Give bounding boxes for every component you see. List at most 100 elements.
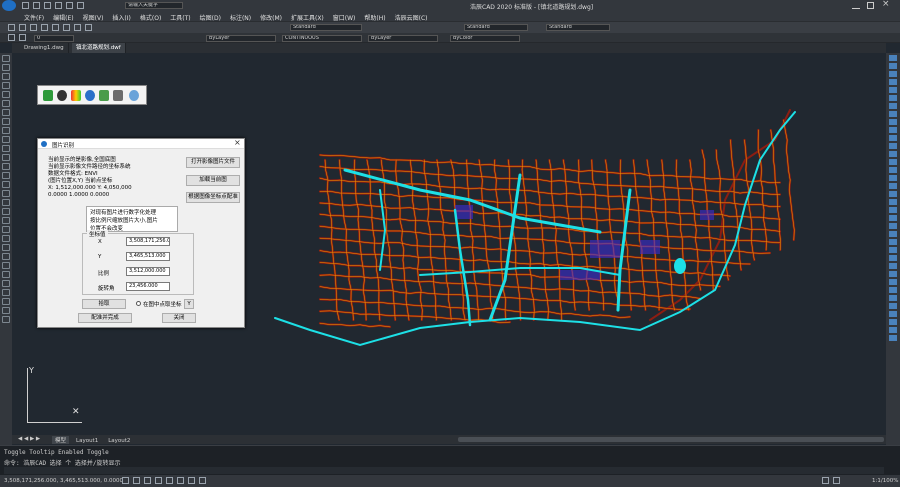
- draw-tool-icon[interactable]: [2, 64, 10, 71]
- layer-select[interactable]: 0: [34, 34, 74, 42]
- draw-tool-icon[interactable]: [2, 100, 10, 107]
- draw-tool-icon[interactable]: [2, 289, 10, 296]
- menu-item[interactable]: 视图(V): [83, 13, 104, 22]
- zoom-icon[interactable]: [8, 24, 15, 31]
- draw-tool-icon[interactable]: [2, 91, 10, 98]
- draw-tool-icon[interactable]: [2, 136, 10, 143]
- disc-icon[interactable]: [57, 90, 67, 101]
- layer-on-icon[interactable]: [8, 34, 15, 41]
- modify-tool-icon[interactable]: [889, 215, 897, 221]
- polar-icon[interactable]: [155, 477, 162, 484]
- y-button[interactable]: Y: [184, 299, 194, 309]
- linetype-select[interactable]: CONTINUOUS: [282, 34, 362, 42]
- draw-tool-icon[interactable]: [2, 199, 10, 206]
- modify-tool-icon[interactable]: [889, 311, 897, 317]
- draw-tool-icon[interactable]: [2, 181, 10, 188]
- field-y-input[interactable]: 3,465,513.000: [126, 252, 170, 261]
- menu-item[interactable]: 浩辰云图(C): [395, 13, 428, 22]
- modify-tool-icon[interactable]: [889, 143, 897, 149]
- modify-tool-icon[interactable]: [889, 167, 897, 173]
- snap-icon[interactable]: [122, 477, 129, 484]
- modify-tool-icon[interactable]: [889, 279, 897, 285]
- load-image-button[interactable]: 加载当前图: [186, 175, 240, 186]
- layout-tab[interactable]: 模型: [52, 436, 70, 444]
- modify-tool-icon[interactable]: [889, 287, 897, 293]
- layout-tab[interactable]: Layout2: [105, 438, 133, 444]
- tab-active-drawing[interactable]: 镇北道路规划.dwf: [72, 43, 126, 53]
- layer-icon[interactable]: [30, 24, 37, 31]
- confirm-button[interactable]: 配准并完成: [78, 313, 132, 323]
- workspace-icon[interactable]: [833, 477, 840, 484]
- gear-icon[interactable]: [129, 90, 139, 101]
- menu-item[interactable]: 工具(T): [170, 13, 190, 22]
- menu-item[interactable]: 插入(I): [112, 13, 130, 22]
- draw-tool-icon[interactable]: [2, 298, 10, 305]
- menu-item[interactable]: 扩展工具(X): [291, 13, 324, 22]
- ortho-icon[interactable]: [144, 477, 151, 484]
- otrack-icon[interactable]: [177, 477, 184, 484]
- menu-item[interactable]: 窗口(W): [333, 13, 356, 22]
- dialog-close-icon[interactable]: ×: [234, 138, 241, 147]
- menu-item[interactable]: 帮助(H): [364, 13, 385, 22]
- pick-button[interactable]: 拾取: [82, 299, 126, 309]
- draw-tool-icon[interactable]: [2, 190, 10, 197]
- modify-tool-icon[interactable]: [889, 231, 897, 237]
- modify-tool-icon[interactable]: [889, 327, 897, 333]
- modify-tool-icon[interactable]: [889, 335, 897, 341]
- menu-item[interactable]: 编辑(E): [53, 13, 73, 22]
- draw-tool-icon[interactable]: [2, 316, 10, 323]
- draw-tool-icon[interactable]: [2, 154, 10, 161]
- globe-icon[interactable]: [85, 90, 95, 101]
- pick-radio[interactable]: [136, 301, 141, 306]
- lineweight-icon[interactable]: [199, 477, 206, 484]
- modify-tool-icon[interactable]: [889, 247, 897, 253]
- plotstyle-select[interactable]: ByColor: [450, 34, 520, 42]
- modify-tool-icon[interactable]: [889, 127, 897, 133]
- menu-item[interactable]: 绘图(D): [200, 13, 221, 22]
- undo-icon[interactable]: [66, 2, 73, 9]
- draw-tool-icon[interactable]: [2, 244, 10, 251]
- table-style-select[interactable]: Standard: [546, 24, 610, 31]
- modify-tool-icon[interactable]: [889, 207, 897, 213]
- layout-tab[interactable]: Layout1: [73, 438, 101, 444]
- align-image-button[interactable]: 根据图像坐标点配准: [186, 192, 240, 203]
- modify-tool-icon[interactable]: [889, 71, 897, 77]
- field-rotation-input[interactable]: 23,456.000: [126, 282, 170, 291]
- app-logo-icon[interactable]: [2, 0, 16, 11]
- image-icon[interactable]: [113, 90, 123, 101]
- menu-item[interactable]: 文件(F): [24, 13, 44, 22]
- play-icon[interactable]: [43, 90, 53, 101]
- draw-tool-icon[interactable]: [2, 262, 10, 269]
- close-icon[interactable]: ×: [882, 0, 890, 9]
- modify-tool-icon[interactable]: [889, 63, 897, 69]
- draw-tool-icon[interactable]: [2, 55, 10, 62]
- dyn-icon[interactable]: [188, 477, 195, 484]
- grid-icon[interactable]: [133, 477, 140, 484]
- dim-style-select[interactable]: Standard: [464, 24, 528, 31]
- draw-tool-icon[interactable]: [2, 253, 10, 260]
- draw-tool-icon[interactable]: [2, 172, 10, 179]
- draw-tool-icon[interactable]: [2, 208, 10, 215]
- draw-tool-icon[interactable]: [2, 118, 10, 125]
- minimize-icon[interactable]: [852, 1, 860, 9]
- modify-tool-icon[interactable]: [889, 103, 897, 109]
- color-select[interactable]: ByLayer: [206, 34, 276, 42]
- measure-icon[interactable]: [74, 24, 81, 31]
- match-icon[interactable]: [41, 24, 48, 31]
- command-input[interactable]: [4, 467, 884, 474]
- modify-tool-icon[interactable]: [889, 119, 897, 125]
- draw-tool-icon[interactable]: [2, 163, 10, 170]
- modify-tool-icon[interactable]: [889, 223, 897, 229]
- calc-icon[interactable]: [63, 24, 70, 31]
- modify-tool-icon[interactable]: [889, 175, 897, 181]
- modify-tool-icon[interactable]: [889, 95, 897, 101]
- modify-tool-icon[interactable]: [889, 303, 897, 309]
- tab-drawing1[interactable]: Drawing1.dwg: [20, 43, 69, 53]
- modify-tool-icon[interactable]: [889, 55, 897, 61]
- draw-tool-icon[interactable]: [2, 235, 10, 242]
- modify-tool-icon[interactable]: [889, 271, 897, 277]
- color-icon[interactable]: [71, 90, 81, 101]
- field-x-input[interactable]: 3,508,171,256.000: [126, 237, 170, 246]
- draw-tool-icon[interactable]: [2, 217, 10, 224]
- new-file-icon[interactable]: [22, 2, 29, 9]
